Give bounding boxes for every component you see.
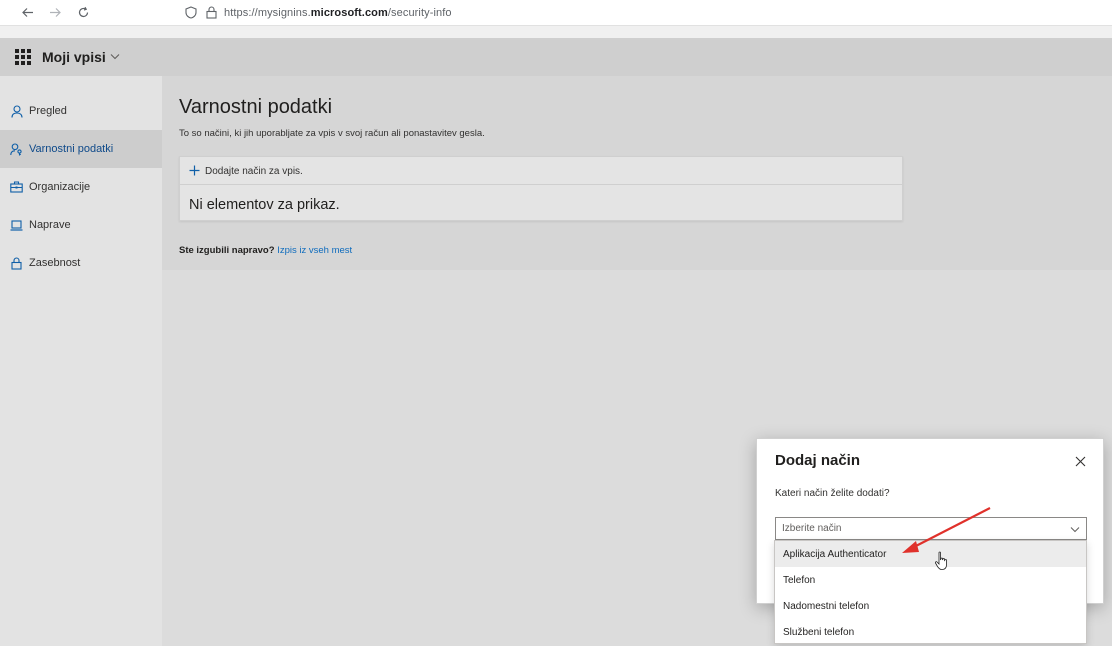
page-subtitle: To so načini, ki jih uporabljate za vpis… [179,128,485,139]
app-header: Moji vpisi [0,38,1112,76]
shield-icon [184,6,198,20]
select-placeholder: Izberite način [782,523,842,534]
plus-icon [189,165,200,177]
sidebar: Pregled Varnostni podatki Organizacije N… [0,76,162,646]
option-office-phone[interactable]: Službeni telefon [775,619,1086,645]
sidebar-item-devices[interactable]: Naprave [0,206,162,244]
dialog-question: Kateri način želite dodati? [775,488,890,499]
back-icon[interactable] [16,2,38,24]
sign-out-everywhere-link[interactable]: Izpis iz vseh mest [277,245,352,256]
sidebar-item-label: Organizacije [29,181,91,193]
browser-toolbar: https://mysignins.microsoft.com/security… [0,0,1112,26]
url-text: https://mysignins.microsoft.com/security… [224,6,452,19]
sidebar-item-label: Varnostni podatki [29,143,114,155]
person-key-icon [10,142,23,156]
page-title: Varnostni podatki [179,96,333,118]
address-bar[interactable]: https://mysignins.microsoft.com/security… [184,6,452,20]
sidebar-item-organizations[interactable]: Organizacije [0,168,162,206]
dialog-title: Dodaj način [775,452,861,469]
sidebar-item-security-info[interactable]: Varnostni podatki [0,130,162,168]
chevron-down-icon [1070,520,1080,538]
hand-cursor-icon [934,551,947,570]
lock-icon [10,256,23,270]
briefcase-icon [10,181,23,194]
app-launcher-icon[interactable] [15,49,31,65]
option-alternate-phone[interactable]: Nadomestni telefon [775,593,1086,619]
refresh-icon[interactable] [72,2,94,24]
content-panel: Varnostni podatki To so načini, ki jih u… [162,76,1112,270]
sidebar-item-label: Naprave [29,219,71,231]
app-title[interactable]: Moji vpisi [42,49,120,65]
method-dropdown-list: Aplikacija Authenticator Telefon Nadomes… [774,540,1087,644]
sidebar-item-label: Pregled [29,105,67,117]
sidebar-item-overview[interactable]: Pregled [0,92,162,130]
add-method-label: Dodajte način za vpis. [205,165,303,177]
close-icon[interactable] [1073,454,1087,468]
security-methods-card: Dodajte način za vpis. Ni elementov za p… [179,156,903,221]
add-method-button[interactable]: Dodajte način za vpis. [189,165,303,177]
sidebar-item-privacy[interactable]: Zasebnost [0,244,162,282]
lock-icon [204,6,218,20]
sidebar-item-label: Zasebnost [29,257,81,269]
forward-icon[interactable] [44,2,66,24]
divider [180,184,902,185]
option-phone[interactable]: Telefon [775,567,1086,593]
chevron-down-icon [110,51,120,63]
method-select[interactable]: Izberite način [775,517,1087,540]
lost-device-question: Ste izgubili napravo? [179,245,275,256]
option-authenticator-app[interactable]: Aplikacija Authenticator [775,541,1086,567]
laptop-icon [10,219,23,232]
lost-device-row: Ste izgubili napravo? Izpis iz vseh mest [179,245,352,256]
empty-state-text: Ni elementov za prikaz. [189,197,340,213]
person-icon [10,104,23,118]
